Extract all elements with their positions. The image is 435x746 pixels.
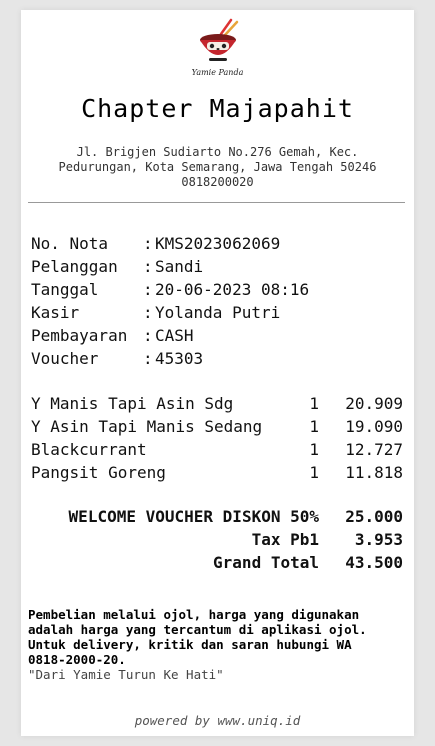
info-row-kasir: Kasir : Yolanda Putri bbox=[31, 301, 309, 324]
item-price: 19.090 bbox=[345, 417, 403, 436]
info-label: Pembayaran bbox=[31, 326, 128, 345]
item-name: Y Asin Tapi Manis Sedang bbox=[31, 417, 263, 436]
info-colon: : bbox=[143, 326, 153, 345]
item-qty: 1 bbox=[309, 417, 319, 436]
store-name: Chapter Majapahit bbox=[81, 94, 354, 123]
info-value: KMS2023062069 bbox=[155, 234, 281, 253]
note-line: Pembelian melalui ojol, harga yang digun… bbox=[28, 607, 360, 622]
item-price: 11.818 bbox=[345, 463, 403, 482]
info-colon: : bbox=[143, 234, 153, 253]
tagline: "Dari Yamie Turun Ke Hati" bbox=[28, 667, 224, 682]
info-value: CASH bbox=[155, 326, 194, 345]
item-list: Y Manis Tapi Asin Sdg 1 20.909 Y Asin Ta… bbox=[31, 392, 403, 484]
info-label: Tanggal bbox=[31, 280, 99, 299]
list-item: Y Asin Tapi Manis Sedang 1 19.090 bbox=[31, 415, 403, 438]
logo-brand-text: Yamie Panda bbox=[191, 68, 244, 77]
address-line: Jl. Brigjen Sudiarto No.276 Gemah, Kec. bbox=[76, 145, 359, 159]
store-phone: 0818200020 bbox=[181, 175, 254, 189]
item-name: Y Manis Tapi Asin Sdg bbox=[31, 394, 234, 413]
info-label: Kasir bbox=[31, 303, 80, 322]
total-label: WELCOME VOUCHER DISKON 50% bbox=[68, 507, 319, 526]
store-address: Jl. Brigjen Sudiarto No.276 Gemah, Kec. … bbox=[31, 145, 404, 190]
total-value: 25.000 bbox=[345, 507, 403, 526]
info-label: Pelanggan bbox=[31, 257, 118, 276]
info-value: 20-06-2023 08:16 bbox=[155, 280, 310, 299]
info-value: 45303 bbox=[155, 349, 204, 368]
total-value: 3.953 bbox=[354, 530, 403, 549]
grand-total-row: Grand Total 43.500 bbox=[31, 551, 403, 574]
item-name: Pangsit Goreng bbox=[31, 463, 166, 482]
total-label: Grand Total bbox=[213, 553, 319, 572]
item-price: 20.909 bbox=[345, 394, 403, 413]
discount-row: WELCOME VOUCHER DISKON 50% 25.000 bbox=[31, 505, 403, 528]
totals: WELCOME VOUCHER DISKON 50% 25.000 Tax Pb… bbox=[31, 505, 403, 574]
item-qty: 1 bbox=[309, 440, 319, 459]
list-item: Y Manis Tapi Asin Sdg 1 20.909 bbox=[31, 392, 403, 415]
item-qty: 1 bbox=[309, 463, 319, 482]
info-row-pembayaran: Pembayaran : CASH bbox=[31, 324, 309, 347]
item-name: Blackcurrant bbox=[31, 440, 147, 459]
noodle-bowl-icon bbox=[199, 18, 238, 61]
info-colon: : bbox=[143, 257, 153, 276]
address-line: Pedurungan, Kota Semarang, Jawa Tengah 5… bbox=[58, 160, 377, 174]
info-colon: : bbox=[143, 349, 153, 368]
item-qty: 1 bbox=[309, 394, 319, 413]
powered-by-link[interactable]: powered by www.uniq.id bbox=[21, 713, 414, 728]
divider bbox=[28, 202, 405, 203]
info-row-nota: No. Nota : KMS2023062069 bbox=[31, 232, 309, 255]
info-row-voucher: Voucher : 45303 bbox=[31, 347, 309, 370]
receipt: Yamie Panda Chapter Majapahit Jl. Brigje… bbox=[21, 10, 414, 736]
info-colon: : bbox=[143, 303, 153, 322]
total-value: 43.500 bbox=[345, 553, 403, 572]
info-colon: : bbox=[143, 280, 153, 299]
transaction-info: No. Nota : KMS2023062069 Pelanggan : San… bbox=[31, 232, 309, 370]
list-item: Blackcurrant 1 12.727 bbox=[31, 438, 403, 461]
note-line: adalah harga yang tercantum di aplikasi … bbox=[28, 622, 367, 637]
info-label: Voucher bbox=[31, 349, 99, 368]
list-item: Pangsit Goreng 1 11.818 bbox=[31, 461, 403, 484]
info-value: Sandi bbox=[155, 257, 204, 276]
info-row-pelanggan: Pelanggan : Sandi bbox=[31, 255, 309, 278]
tax-row: Tax Pb1 3.953 bbox=[31, 528, 403, 551]
total-label: Tax Pb1 bbox=[251, 530, 319, 549]
note-line: 0818-2000-20. bbox=[28, 652, 126, 667]
item-price: 12.727 bbox=[345, 440, 403, 459]
info-label: No. Nota bbox=[31, 234, 109, 253]
info-row-tanggal: Tanggal : 20-06-2023 08:16 bbox=[31, 278, 309, 301]
note-line: Untuk delivery, kritik dan saran hubungi… bbox=[28, 637, 352, 652]
info-value: Yolanda Putri bbox=[155, 303, 281, 322]
footer-note: Pembelian melalui ojol, harga yang digun… bbox=[28, 607, 404, 682]
store-logo: Yamie Panda bbox=[21, 18, 414, 80]
